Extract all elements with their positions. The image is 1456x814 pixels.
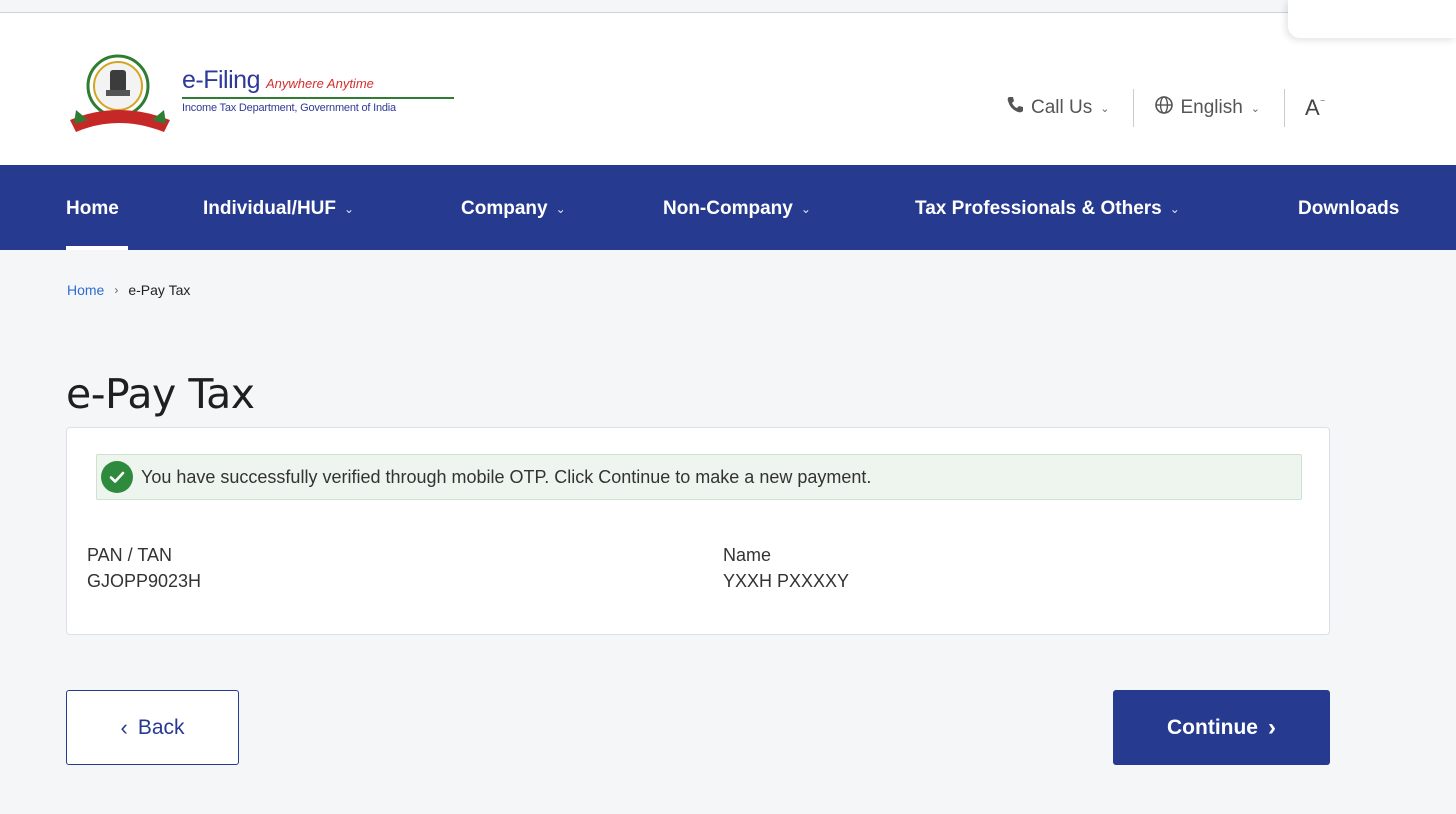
breadcrumb-home-link[interactable]: Home [67, 282, 104, 298]
back-button[interactable]: ‹ Back [66, 690, 239, 765]
pan-field: PAN / TAN GJOPP9023H [87, 542, 201, 594]
nav-individual-huf[interactable]: Individual/HUF ⌄ [203, 198, 354, 220]
name-label: Name [723, 545, 772, 565]
success-alert: You have successfully verified through m… [96, 454, 1302, 500]
nav-non-company[interactable]: Non-Company ⌄ [663, 198, 811, 220]
chevron-right-icon: › [114, 283, 119, 297]
chevron-down-icon: ⌄ [344, 202, 355, 216]
continue-button[interactable]: Continue › [1113, 690, 1330, 765]
font-increase-icon: ⁻ [1319, 96, 1326, 109]
nav-tax-professionals-label: Tax Professionals & Others [915, 198, 1162, 219]
nav-individual-label: Individual/HUF [203, 198, 336, 219]
emblem-icon [66, 50, 174, 136]
nav-home-label: Home [66, 198, 119, 219]
name-value: YXXH PXXXXY [723, 571, 850, 591]
chevron-down-icon: ⌄ [1250, 102, 1260, 115]
divider [1133, 89, 1135, 127]
brand-rule [182, 97, 454, 99]
nav-active-indicator [66, 246, 128, 250]
success-message: You have successfully verified through m… [141, 466, 872, 487]
chevron-down-icon: ⌄ [1169, 202, 1180, 216]
brand-title: e-Filing [182, 66, 260, 94]
site-header: e-Filing Anywhere Anytime Income Tax Dep… [0, 13, 1456, 165]
language-dropdown[interactable]: English ⌄ [1154, 95, 1260, 121]
nav-downloads-label: Downloads [1298, 198, 1400, 219]
nav-home[interactable]: Home [66, 198, 119, 220]
globe-icon [1154, 95, 1174, 121]
pan-label: PAN / TAN [87, 545, 173, 565]
phone-icon [1005, 95, 1025, 121]
brand-subtitle: Income Tax Department, Government of Ind… [182, 102, 396, 114]
divider [1284, 89, 1285, 127]
nav-downloads[interactable]: Downloads [1298, 198, 1399, 220]
chevron-down-icon: ⌄ [555, 202, 566, 216]
back-button-label: Back [137, 715, 185, 739]
continue-button-label: Continue [1167, 715, 1258, 739]
call-us-label: Call Us [1031, 97, 1093, 118]
page-title: e-Pay Tax [66, 370, 255, 418]
name-field: Name YXXH PXXXXY [723, 542, 849, 594]
nav-non-company-label: Non-Company [663, 198, 793, 219]
chevron-down-icon: ⌄ [1100, 102, 1110, 115]
pan-value: GJOPP9023H [87, 571, 202, 591]
chevron-right-icon: › [1267, 713, 1276, 741]
main-nav: Home Individual/HUF ⌄ Company ⌄ Non-Comp… [0, 165, 1456, 250]
corner-popup [1288, 0, 1456, 38]
nav-company[interactable]: Company ⌄ [461, 198, 566, 220]
font-size-button[interactable]: A ⁻ [1305, 95, 1326, 121]
breadcrumb-current: e-Pay Tax [128, 282, 191, 298]
brand-tagline: Anywhere Anytime [265, 76, 374, 91]
payment-details-card: You have successfully verified through m… [66, 427, 1330, 635]
utility-bar: Call Us ⌄ English ⌄ A ⁻ [1005, 89, 1326, 127]
nav-company-label: Company [461, 198, 548, 219]
efiling-logo[interactable]: e-Filing Anywhere Anytime Income Tax Dep… [66, 50, 454, 136]
chevron-left-icon: ‹ [120, 714, 128, 740]
breadcrumb: Home › e-Pay Tax [67, 282, 190, 298]
call-us-dropdown[interactable]: Call Us ⌄ [1005, 95, 1109, 121]
language-label: English [1180, 97, 1243, 118]
font-size-label: A [1305, 95, 1320, 120]
chevron-down-icon: ⌄ [800, 202, 811, 216]
check-circle-icon [101, 461, 133, 493]
nav-tax-professionals[interactable]: Tax Professionals & Others ⌄ [915, 198, 1180, 220]
